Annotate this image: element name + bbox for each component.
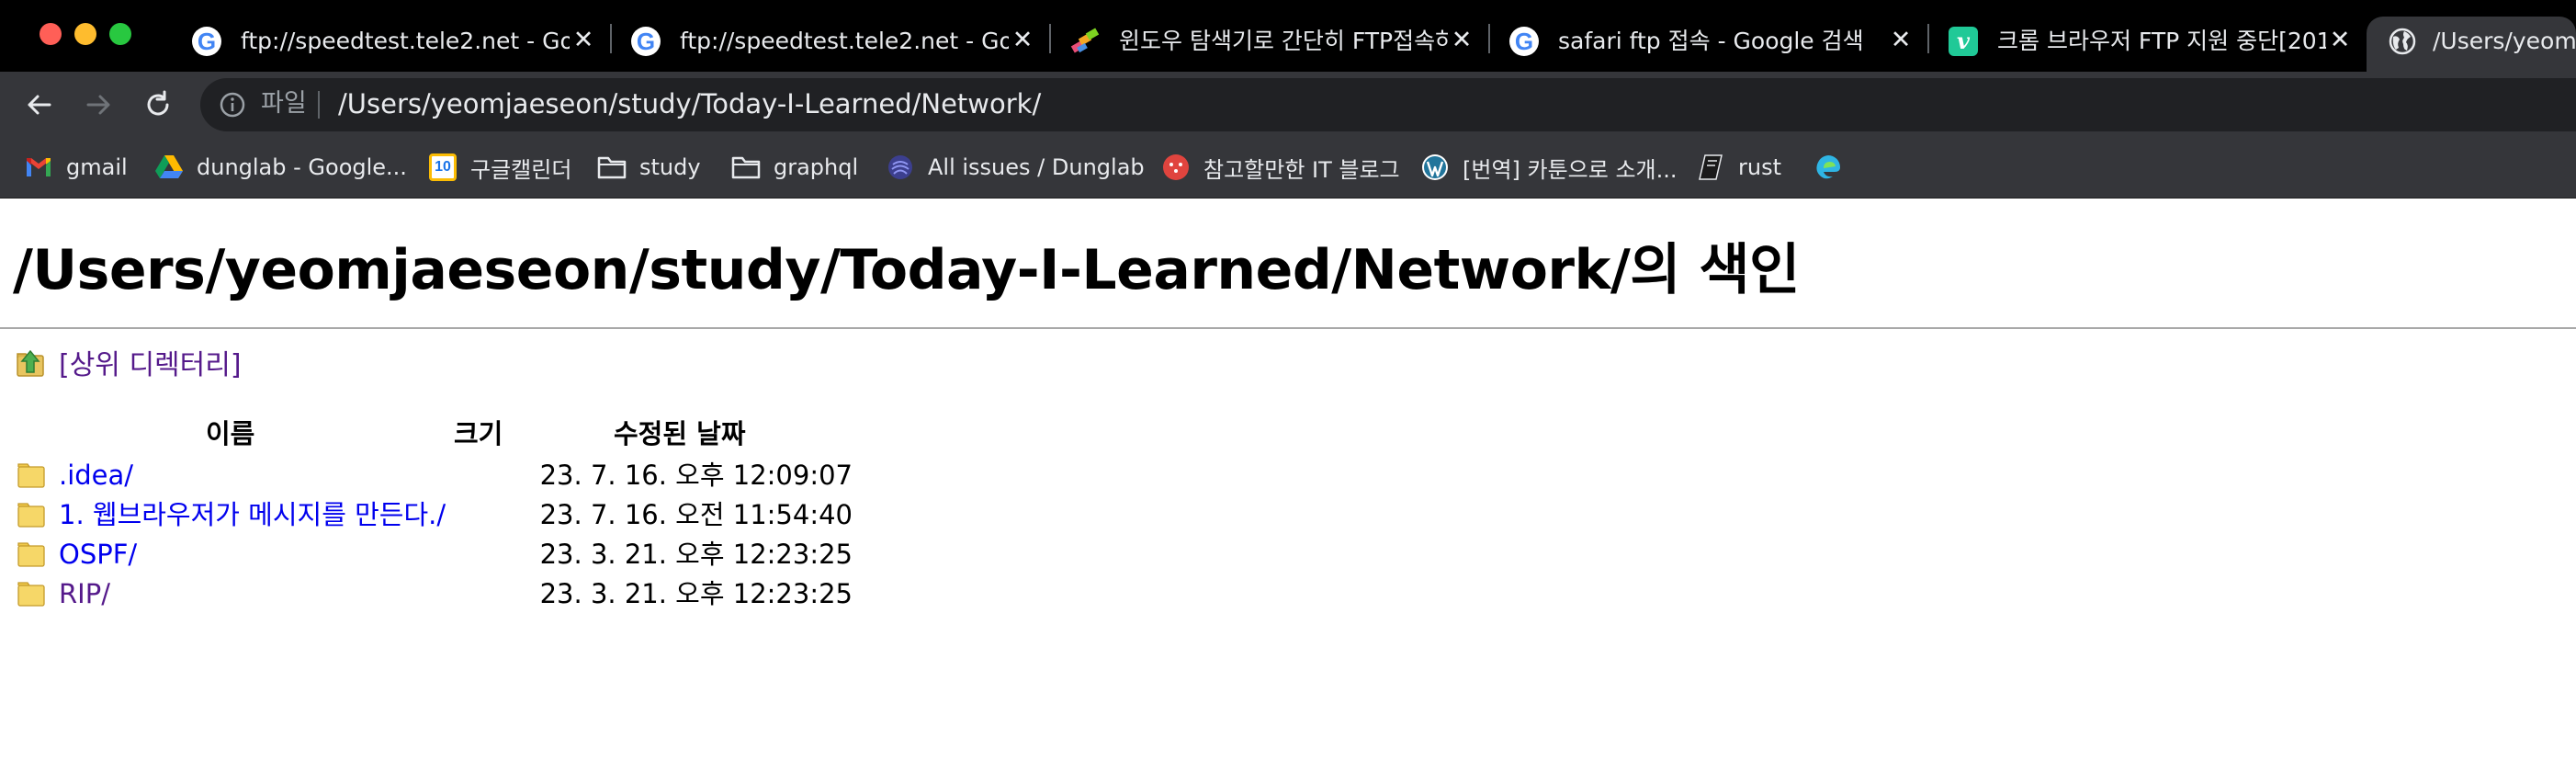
bookmark-label: 참고할만한 IT 블로그 — [1203, 156, 1400, 183]
wordpress-icon — [1420, 153, 1450, 182]
folder-icon — [597, 153, 627, 182]
blog-icon — [1069, 26, 1101, 57]
omnibox-divider — [318, 91, 320, 119]
tab-separator — [1927, 24, 1929, 53]
back-button[interactable] — [18, 85, 59, 125]
bookmark-label: All issues / Dunglab — [928, 154, 1145, 180]
tab-title: /Users/yeomjaeseon/study/Today-I-Learned… — [2433, 28, 2576, 54]
gitlab-icon — [886, 153, 915, 182]
table-row: 1. 웹브라우저가 메시지를 만든다./ 23. 7. 16. 오전 11:54… — [0, 495, 882, 535]
gmail-icon — [24, 153, 53, 182]
file-link[interactable]: .idea/ — [59, 456, 133, 494]
table-row: .idea/ 23. 7. 16. 오후 12:09:07 — [0, 456, 882, 495]
minimize-window-button[interactable] — [74, 23, 96, 45]
column-header-name[interactable]: 이름 — [206, 415, 254, 452]
parent-directory-label: [상위 디렉터리] — [59, 349, 242, 381]
edge-icon — [1813, 153, 1843, 182]
bookmark-folder-graphql[interactable]: graphql — [731, 151, 858, 184]
zoom-window-button[interactable] — [109, 23, 131, 45]
tab-title: 크롬 브라우저 FTP 지원 중단[2019] — [1997, 28, 2326, 54]
bookmark-wordpress-cartoon[interactable]: [번역] 카툰으로 소개... — [1420, 151, 1678, 184]
folder-icon — [17, 463, 45, 488]
url-text[interactable]: /Users/yeomjaeseon/study/Today-I-Learned… — [338, 87, 1041, 120]
bookmark-label: study — [639, 154, 701, 180]
google-icon: G — [1508, 26, 1540, 57]
directory-listing-page: /Users/yeomjaeseon/study/Today-I-Learned… — [0, 199, 2576, 761]
folder-icon — [17, 542, 45, 567]
calendar-icon: 10 — [428, 153, 458, 182]
browser-toolbar: 파일 /Users/yeomjaeseon/study/Today-I-Lear… — [0, 72, 2576, 138]
column-header-modified[interactable]: 수정된 날짜 — [614, 415, 746, 452]
bookmark-dunglab-drive[interactable]: dunglab - Google... — [154, 151, 407, 184]
tab-separator — [1488, 24, 1490, 53]
tab-google-search-1[interactable]: G ftp://speedtest.tele2.net - Google 검색 … — [191, 17, 606, 72]
forward-button[interactable] — [79, 85, 119, 125]
page-title: /Users/yeomjaeseon/study/Today-I-Learned… — [13, 238, 1800, 302]
file-link[interactable]: 1. 웹브라우저가 메시지를 만든다./ — [59, 495, 446, 534]
book-icon — [1696, 153, 1725, 182]
table-row: OSPF/ 23. 3. 21. 오후 12:23:25 — [0, 535, 882, 574]
address-bar[interactable]: 파일 /Users/yeomjaeseon/study/Today-I-Lear… — [200, 78, 2576, 131]
file-link[interactable]: RIP/ — [59, 574, 110, 613]
tab-title: ftp://speedtest.tele2.net - Google 검색 — [241, 28, 570, 54]
modified-date: 23. 7. 16. 오전 11:54:40 — [539, 499, 853, 530]
bookmark-edge[interactable] — [1813, 151, 1856, 184]
bookmark-it-blog[interactable]: 참고할만한 IT 블로그 — [1161, 151, 1400, 184]
blog-icon — [1161, 153, 1191, 182]
reload-icon — [147, 90, 169, 116]
tab-close-button[interactable]: ✕ — [1007, 24, 1038, 57]
bookmark-label: rust — [1738, 154, 1781, 180]
file-link[interactable]: OSPF/ — [59, 535, 137, 574]
tab-close-button[interactable]: ✕ — [2324, 24, 2356, 57]
folder-icon — [731, 153, 761, 182]
bookmarks-bar: gmail dunglab - Google... 10 구글캘린더 study — [0, 138, 2576, 199]
tab-active-file-index[interactable]: /Users/yeomjaeseon/study/Today-I-Learned… — [2367, 17, 2576, 72]
google-icon: G — [191, 26, 222, 57]
tab-velog-chrome-ftp[interactable]: v 크롬 브라우저 FTP 지원 중단[2019] ✕ — [1948, 17, 2363, 72]
title-divider — [0, 327, 2576, 329]
bookmark-gmail[interactable]: gmail — [24, 151, 128, 184]
column-header-size[interactable]: 크기 — [454, 415, 503, 452]
tab-title: ftp://speedtest.tele2.net - Google 검색 — [680, 28, 1009, 54]
tab-title: 윈도우 탐색기로 간단히 FTP접속하기 — [1119, 28, 1448, 54]
google-icon: G — [630, 26, 661, 57]
google-drive-icon — [154, 153, 184, 182]
scheme-label: 파일 — [261, 89, 307, 118]
modified-date: 23. 7. 16. 오후 12:09:07 — [539, 460, 853, 491]
bookmark-label: gmail — [66, 154, 128, 180]
arrow-right-icon — [86, 95, 110, 115]
tab-strip: G ftp://speedtest.tele2.net - Google 검색 … — [0, 0, 2576, 72]
tab-close-button[interactable]: ✕ — [568, 24, 599, 57]
tab-separator — [610, 24, 612, 53]
bookmark-label: dunglab - Google... — [197, 154, 407, 180]
bookmark-label: graphql — [774, 154, 859, 180]
tab-separator — [1049, 24, 1051, 53]
globe-icon — [2387, 26, 2418, 57]
modified-date: 23. 3. 21. 오후 12:23:25 — [539, 578, 853, 609]
reload-button[interactable] — [138, 85, 178, 125]
arrow-left-icon — [28, 95, 51, 115]
tab-blog-ftp[interactable]: 윈도우 탐색기로 간단히 FTP접속하기 ✕ — [1069, 17, 1485, 72]
folder-icon — [17, 582, 45, 607]
tab-close-button[interactable]: ✕ — [1446, 24, 1477, 57]
info-icon[interactable] — [219, 91, 246, 119]
modified-date: 23. 3. 21. 오후 12:23:25 — [539, 539, 853, 570]
bookmark-google-calendar[interactable]: 10 구글캘린더 — [428, 151, 571, 184]
bookmark-rust[interactable]: rust — [1696, 151, 1781, 184]
bookmark-dunglab-issues[interactable]: All issues / Dunglab — [886, 151, 1145, 184]
folder-icon — [17, 503, 45, 528]
parent-directory-link[interactable]: [상위 디렉터리] — [15, 344, 242, 381]
folder-up-icon — [17, 349, 44, 377]
bookmark-label: [번역] 카툰으로 소개... — [1463, 156, 1678, 183]
tab-google-search-2[interactable]: G ftp://speedtest.tele2.net - Google 검색 … — [630, 17, 1045, 72]
tab-safari-ftp-search[interactable]: G safari ftp 접속 - Google 검색 ✕ — [1508, 17, 1924, 72]
close-window-button[interactable] — [40, 23, 62, 45]
table-row: RIP/ 23. 3. 21. 오후 12:23:25 — [0, 574, 882, 614]
bookmark-folder-study[interactable]: study — [597, 151, 701, 184]
velog-icon: v — [1948, 26, 1979, 57]
bookmark-label: 구글캘린더 — [470, 156, 572, 183]
tab-close-button[interactable]: ✕ — [1885, 24, 1916, 57]
tab-title: safari ftp 접속 - Google 검색 — [1558, 28, 1864, 54]
